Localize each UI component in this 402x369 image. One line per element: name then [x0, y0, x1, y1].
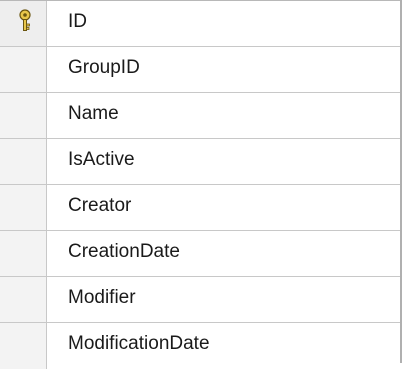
table-row-modifier[interactable]: Modifier	[0, 277, 402, 323]
table-row-name[interactable]: Name	[0, 93, 402, 139]
row-selector[interactable]	[0, 93, 47, 139]
row-selector[interactable]	[0, 323, 47, 369]
column-name-cell[interactable]: ModificationDate	[68, 323, 210, 368]
row-selector[interactable]	[0, 139, 47, 185]
key-icon	[19, 9, 31, 31]
table-row-modificationdate[interactable]: ModificationDate	[0, 323, 402, 369]
table-columns-grid: ID GroupID Name IsActive Creator Creatio…	[0, 0, 402, 369]
row-selector[interactable]	[0, 47, 47, 93]
table-row-isactive[interactable]: IsActive	[0, 139, 402, 185]
column-name-cell[interactable]: Modifier	[68, 277, 136, 322]
table-row-creator[interactable]: Creator	[0, 185, 402, 231]
row-selector[interactable]	[0, 231, 47, 277]
column-name-cell[interactable]: GroupID	[68, 47, 140, 92]
row-selector[interactable]	[0, 185, 47, 231]
table-row-groupid[interactable]: GroupID	[0, 47, 402, 93]
row-selector[interactable]	[0, 277, 47, 323]
table-row-id[interactable]: ID	[0, 1, 402, 47]
column-name-cell[interactable]: CreationDate	[68, 231, 180, 276]
column-name-cell[interactable]: ID	[68, 1, 87, 46]
column-name-cell[interactable]: Name	[68, 93, 119, 138]
column-name-cell[interactable]: Creator	[68, 185, 131, 230]
column-name-cell[interactable]: IsActive	[68, 139, 135, 184]
row-selector[interactable]	[0, 1, 47, 47]
table-row-creationdate[interactable]: CreationDate	[0, 231, 402, 277]
